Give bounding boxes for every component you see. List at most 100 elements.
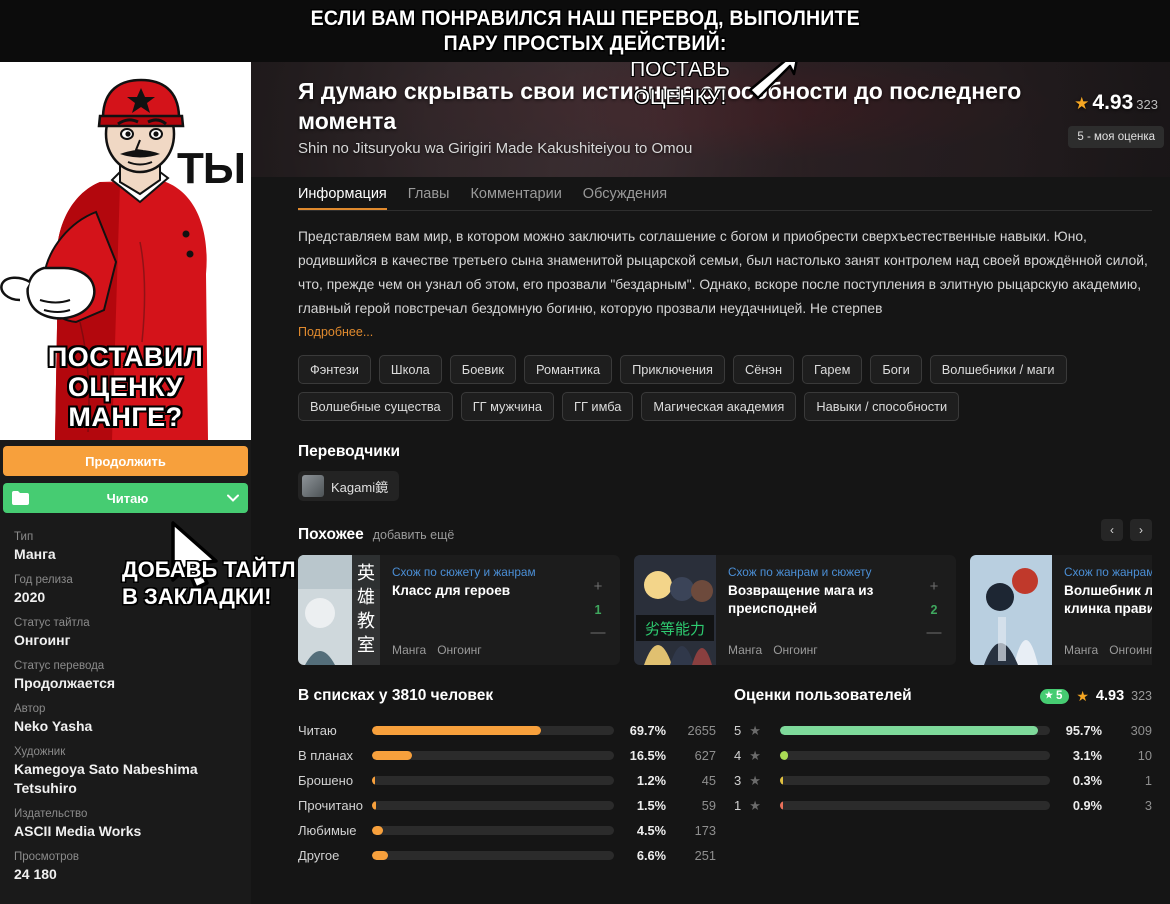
- chevron-left-icon[interactable]: ‹: [1101, 519, 1123, 541]
- continue-reading-button[interactable]: Продолжить: [3, 446, 248, 476]
- stat-label: 5 ★: [734, 722, 761, 739]
- stat-percent: 1.2%: [636, 773, 666, 788]
- add-more-similar-link[interactable]: добавить ещё: [373, 528, 455, 542]
- vote-down-button[interactable]: —: [927, 625, 942, 640]
- similarity-reason: Схож по сюжету и жанрам: [392, 565, 536, 579]
- bookmark-cta-line-2: В ЗАКЛАДКИ!: [122, 584, 272, 609]
- genre-tag[interactable]: Волшебные существа: [298, 392, 453, 421]
- info-row: Статус тайтла Онгоинг: [14, 616, 237, 650]
- tab-comments[interactable]: Комментарии: [470, 177, 561, 210]
- lists-stats-chart: В списках у 3810 человек Читаю 69.7% 2655 В…: [298, 687, 716, 868]
- stat-label: Прочитано: [298, 798, 363, 813]
- stat-label: 3 ★: [734, 772, 761, 789]
- stat-count: 309: [1130, 723, 1152, 738]
- genre-tag[interactable]: Навыки / способности: [804, 392, 960, 421]
- stat-percent: 0.9%: [1072, 798, 1102, 813]
- svg-text:室: 室: [357, 635, 375, 656]
- page-subtitle: Shin no Jitsuryoku wa Girigiri Made Kaku…: [298, 140, 693, 157]
- stat-row: Брошено 1.2% 45: [298, 768, 716, 793]
- genre-tag[interactable]: Боги: [870, 355, 922, 384]
- stat-label: Другое: [298, 848, 340, 863]
- stat-row: В планах 16.5% 627: [298, 743, 716, 768]
- bookmark-status-button[interactable]: Читаю: [3, 483, 248, 513]
- similarity-vote-control: + 2 —: [916, 555, 956, 665]
- ratings-stats-chart: Оценки пользователей ★ 5 ★ 4.93 323 5 ★ 95…: [734, 687, 1152, 868]
- svg-text:劣等能力: 劣等能力: [645, 620, 705, 638]
- cover-image: 劣等能力: [634, 555, 716, 665]
- stat-percent: 6.6%: [636, 848, 666, 863]
- genre-tag[interactable]: Приключения: [620, 355, 725, 384]
- stat-row: Читаю 69.7% 2655: [298, 718, 716, 743]
- my-score-badge[interactable]: ★ 5: [1039, 688, 1070, 704]
- meme-caption-line-3: МАНГЕ?: [68, 402, 183, 432]
- genre-tag[interactable]: Магическая академия: [641, 392, 797, 421]
- stat-row: 5 ★ 95.7% 309: [734, 718, 1152, 743]
- stat-row: Другое 6.6% 251: [298, 843, 716, 868]
- stat-count: 3: [1144, 798, 1152, 813]
- stat-percent: 0.3%: [1072, 773, 1102, 788]
- genre-tag[interactable]: ГГ имба: [562, 392, 634, 421]
- info-label: Статус тайтла: [14, 617, 90, 629]
- tab-chapters[interactable]: Главы: [408, 177, 450, 210]
- svg-text:教: 教: [357, 611, 375, 632]
- stat-bar-fill: [780, 726, 1039, 735]
- genre-tag[interactable]: Романтика: [523, 355, 613, 384]
- stat-bar-fill: [372, 726, 541, 735]
- similar-card[interactable]: Схож по жанрам Волшебник ледяного клинка…: [970, 555, 1152, 665]
- vote-up-button[interactable]: +: [594, 579, 603, 594]
- stat-count: 10: [1137, 748, 1152, 763]
- info-label: Издательство: [14, 808, 88, 820]
- similar-card[interactable]: 劣等能力 Схож по жанрам и сюжету Возвращение…: [634, 555, 956, 665]
- meme-you-text: ТЫ: [177, 144, 246, 193]
- banner-line-1: ЕСЛИ ВАМ ПОНРАВИЛСЯ НАШ ПЕРЕВОД, ВЫПОЛНИ…: [310, 7, 860, 30]
- info-value: Neko Yasha: [14, 718, 93, 734]
- cover-image: [970, 555, 1052, 665]
- meme-caption-line-2: ОЦЕНКУ: [67, 372, 184, 402]
- rating-summary[interactable]: ★ 4.93 323: [1074, 91, 1158, 115]
- info-row: Художник Kamegoya Sato Nabeshima Tetsuhi…: [14, 745, 237, 798]
- info-label: Статус перевода: [14, 660, 105, 672]
- stat-bar-fill: [780, 776, 784, 785]
- stat-count: 45: [701, 773, 716, 788]
- genre-tag[interactable]: Боевик: [449, 355, 516, 384]
- bookmark-cta-line-1: ДОБАВЬ ТАЙТЛ: [122, 557, 296, 582]
- stat-percent: 69.7%: [629, 723, 666, 738]
- similar-cards-carousel[interactable]: 英 雄 教 室 Схож по сюжету и жанрам Класс дл…: [298, 555, 1152, 665]
- stat-count: 1: [1144, 773, 1152, 788]
- similar-card-status: Онгоинг: [437, 643, 482, 657]
- tab-discussions[interactable]: Обсуждения: [583, 177, 667, 210]
- read-more-link[interactable]: Подробнее...: [298, 325, 373, 339]
- genre-tag[interactable]: Сёнэн: [732, 355, 795, 384]
- info-row: Просмотров 24 180: [14, 850, 237, 884]
- stat-label: 4 ★: [734, 747, 761, 764]
- info-value: Kamegoya Sato Nabeshima Tetsuhiro: [14, 761, 198, 796]
- info-label: Художник: [14, 746, 66, 758]
- genre-tag[interactable]: Школа: [378, 355, 442, 384]
- chevron-right-icon[interactable]: ›: [1130, 519, 1152, 541]
- similar-card-type: Манга: [1064, 643, 1099, 657]
- stat-percent: 3.1%: [1072, 748, 1102, 763]
- description-text: Представляем вам мир, в котором можно за…: [298, 229, 1148, 316]
- tab-information[interactable]: Информация: [298, 177, 387, 210]
- my-rating-chip[interactable]: 5 - моя оценка: [1068, 126, 1164, 148]
- vote-up-button[interactable]: +: [930, 579, 939, 594]
- similar-card-title: Волшебник ледяного клинка правит миром: [1064, 583, 1152, 616]
- chevron-down-icon[interactable]: [218, 494, 248, 502]
- my-score-value: 5: [1055, 689, 1063, 702]
- avatar: [302, 475, 324, 497]
- star-icon: ★: [749, 722, 761, 738]
- left-sidebar: ТЫ ПОСТАВИЛ ОЦЕНКУ МАНГЕ? Продолжить Чит…: [0, 62, 251, 904]
- tabs-divider: [298, 210, 1152, 211]
- genre-tag[interactable]: Фэнтези: [298, 355, 371, 384]
- star-icon: ★: [1074, 94, 1090, 113]
- genre-tag[interactable]: Гарем: [802, 355, 863, 384]
- genre-tag[interactable]: Волшебники / маги: [929, 355, 1067, 384]
- genre-tag[interactable]: ГГ мужчина: [460, 392, 555, 421]
- translator-chip[interactable]: Kagami鏡: [298, 471, 400, 501]
- top-banner: ЕСЛИ ВАМ ПОНРАВИЛСЯ НАШ ПЕРЕВОД, ВЫПОЛНИ…: [0, 0, 1170, 62]
- vote-down-button[interactable]: —: [591, 625, 606, 640]
- stat-percent: 1.5%: [636, 798, 666, 813]
- main-content: Представляем вам мир, в котором можно за…: [251, 211, 1170, 904]
- info-value: ASCII Media Works: [14, 823, 142, 839]
- ratings-stats-rows: 5 ★ 95.7% 309 4 ★ 3.1% 10 3 ★ 0.3% 1 1 ★ 0.9% 3: [734, 718, 1152, 818]
